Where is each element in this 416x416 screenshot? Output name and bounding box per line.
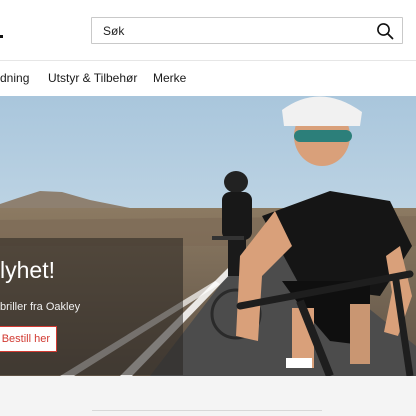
promo-title: lyhet!	[0, 257, 55, 283]
nav-item-equipment[interactable]: Utstyr & Tilbehør	[48, 71, 137, 85]
hero-banner[interactable]: lyhet! briller fra Oakley Bestill her	[0, 96, 416, 376]
promo-panel: lyhet! briller fra Oakley Bestill her	[0, 238, 183, 375]
order-button[interactable]: Bestill her	[0, 326, 57, 352]
nav-item-brand[interactable]: Merke	[153, 71, 186, 85]
site-header: Søk	[0, 0, 416, 60]
logo[interactable]	[0, 26, 4, 38]
search-text: Søk	[103, 24, 125, 38]
search-input[interactable]: Søk	[91, 17, 403, 44]
nav-item-clothing[interactable]: dning	[0, 71, 29, 85]
main-nav: dning Utstyr & Tilbehør Merke	[0, 60, 416, 96]
search-icon[interactable]	[376, 22, 394, 40]
divider	[92, 410, 322, 411]
promo-subtitle: briller fra Oakley	[0, 301, 81, 313]
